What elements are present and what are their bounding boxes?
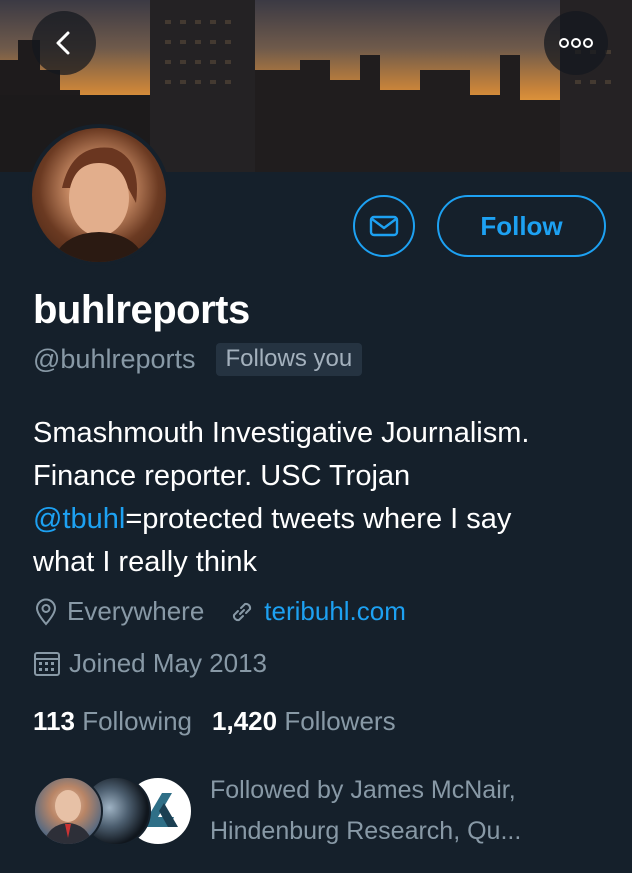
bio-line: @tbuhl=protected tweets where I say: [33, 498, 613, 541]
website-item[interactable]: teribuhl.com: [228, 596, 406, 627]
link-icon: [228, 598, 256, 626]
follow-button[interactable]: Follow: [437, 195, 606, 257]
followers-count: 1,420: [212, 706, 278, 736]
message-button[interactable]: [353, 195, 415, 257]
mention-link[interactable]: @tbuhl: [33, 503, 125, 535]
followed-by-avatars[interactable]: [33, 776, 193, 848]
user-handle: @buhlreports: [33, 344, 196, 374]
bio-line: Smashmouth Investigative Journalism.: [33, 417, 530, 449]
website-link[interactable]: teribuhl.com: [264, 596, 406, 627]
profile-meta-joined: Joined May 2013: [33, 648, 267, 679]
following-label: Following: [82, 706, 193, 736]
follows-you-badge: Follows you: [215, 343, 363, 376]
more-dots-icon: [559, 38, 593, 48]
follow-counts: 113 Following 1,420 Followers: [33, 706, 396, 737]
location-pin-icon: [33, 598, 59, 626]
profile-meta-location-website: Everywhere teribuhl.com: [33, 596, 406, 627]
bio-text: =protected tweets where I say: [125, 503, 512, 535]
profile-bio: Smashmouth Investigative Journalism. Fin…: [33, 412, 613, 584]
followed-by-text[interactable]: Followed by James McNair, Hindenburg Res…: [210, 770, 610, 852]
envelope-icon: [369, 215, 399, 237]
avatar-photo: [32, 128, 166, 262]
back-button[interactable]: [32, 11, 96, 75]
joined-date: Joined May 2013: [69, 648, 268, 678]
followed-by-line: Hindenburg Research, Qu...: [210, 817, 522, 845]
bio-line: Finance reporter. USC Trojan: [33, 460, 411, 492]
bio-line: what I really think: [33, 546, 258, 578]
following-count-link[interactable]: 113 Following: [33, 706, 192, 736]
follower-avatar: [33, 776, 103, 846]
display-name: buhlreports: [33, 288, 250, 332]
followers-label: Followers: [284, 706, 396, 736]
following-count: 113: [33, 706, 75, 736]
followers-count-link[interactable]: 1,420 Followers: [212, 706, 396, 736]
followed-by-line: Followed by James McNair,: [210, 776, 516, 804]
calendar-icon: [33, 650, 61, 678]
handle-row: @buhlreports Follows you: [33, 343, 363, 376]
profile-avatar[interactable]: [28, 124, 170, 266]
location-text: Everywhere: [67, 596, 205, 626]
more-options-button[interactable]: [544, 11, 608, 75]
chevron-left-icon: [56, 31, 70, 55]
